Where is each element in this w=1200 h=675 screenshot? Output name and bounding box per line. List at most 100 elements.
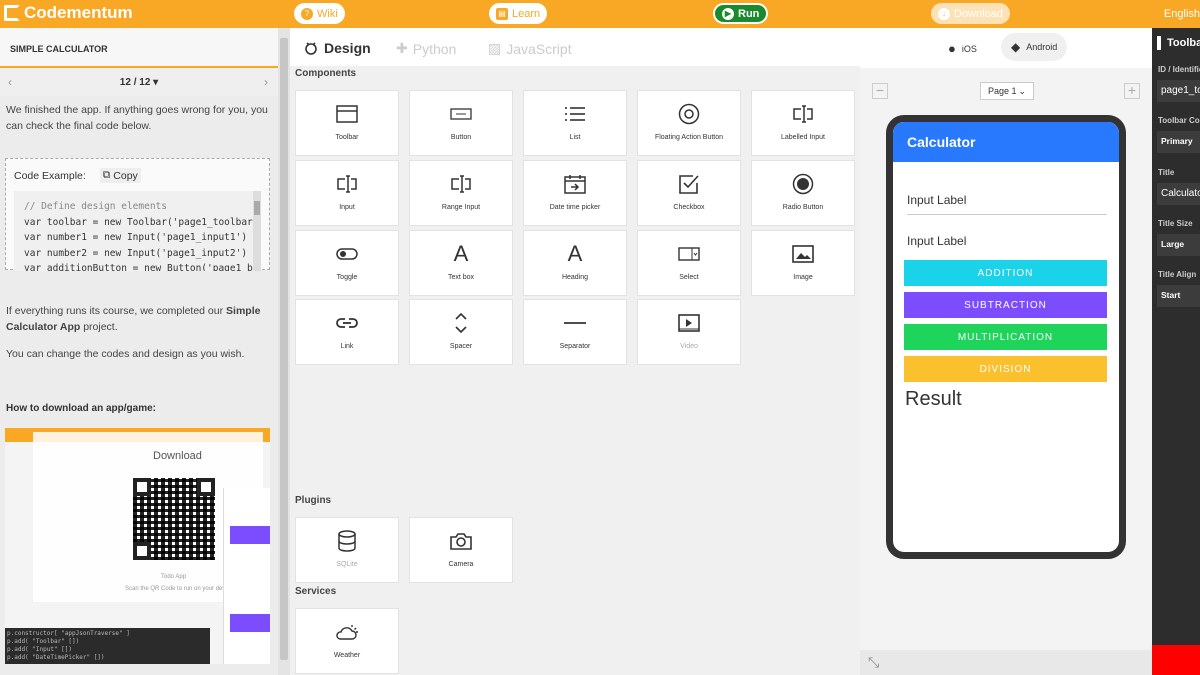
component-label: Heading — [561, 274, 589, 281]
code-example-box: Code Example: ⧉ Copy // Define design el… — [5, 158, 270, 271]
code-line: var toolbar = new Toolbar('page1_toolbar — [24, 216, 253, 228]
code-example-label: Code Example: — [14, 169, 86, 182]
component-label: Input — [339, 204, 355, 211]
component-input[interactable]: Input — [295, 160, 399, 226]
weather-icon — [336, 625, 358, 640]
tab-python[interactable]: ✚ Python — [396, 40, 456, 57]
lesson-outro: If everything runs its course, we comple… — [0, 303, 270, 335]
component-button[interactable]: Button — [409, 90, 513, 156]
properties-title: Toolbar — [1167, 37, 1200, 49]
code-scrollbar[interactable] — [253, 191, 261, 271]
component-radio-button[interactable]: Radio Button — [751, 160, 855, 226]
wiki-button[interactable]: ? Wiki — [294, 3, 345, 24]
run-button[interactable]: ▶ Run — [713, 3, 769, 24]
service-label: Weather — [333, 652, 361, 659]
division-button[interactable]: DIVISION — [904, 356, 1107, 382]
title-size-select[interactable]: Large — [1157, 234, 1200, 256]
multiplication-button[interactable]: MULTIPLICATION — [904, 324, 1107, 350]
plugin-sqlite[interactable]: SQLite — [295, 517, 399, 583]
title-label: Title — [1158, 168, 1175, 177]
addition-button[interactable]: ADDITION — [904, 260, 1107, 286]
download-button[interactable]: ↓ Download — [931, 3, 1010, 24]
component-labelled-input[interactable]: Labelled Input — [751, 90, 855, 156]
component-video[interactable]: Video — [637, 299, 741, 365]
outro-text: If everything runs its course, we comple… — [6, 305, 227, 317]
chevron-right-icon[interactable]: › — [264, 75, 268, 89]
toolbar-icon — [336, 105, 358, 123]
component-separator[interactable]: Separator — [523, 299, 627, 365]
toolbar-color-label: Toolbar Color — [1158, 116, 1200, 125]
copy-button[interactable]: ⧉ Copy — [99, 168, 141, 183]
tab-javascript-label: JavaScript — [506, 40, 572, 57]
component-heading[interactable]: A Heading — [523, 230, 627, 296]
play-icon: ▶ — [722, 7, 734, 20]
id-field[interactable]: page1_toolbar — [1157, 80, 1200, 102]
code-block[interactable]: // Define design elements var toolbar = n… — [14, 191, 261, 271]
component-checkbox[interactable]: Checkbox — [637, 160, 741, 226]
component-label: Image — [793, 274, 813, 281]
preview-mini-app — [223, 488, 270, 664]
database-icon — [338, 530, 356, 552]
number1-input[interactable]: Input Label — [907, 193, 1107, 215]
plugin-label: SQLite — [336, 561, 358, 568]
add-page-button[interactable]: + — [1124, 83, 1140, 99]
component-label: Separator — [559, 343, 591, 350]
logo-icon — [4, 5, 20, 21]
fab-icon — [678, 103, 700, 125]
number2-input[interactable]: Input Label — [907, 234, 1107, 256]
app-logo[interactable]: Codementum — [4, 3, 133, 23]
chevron-down-icon: ⌄ — [1018, 85, 1027, 96]
component-toolbar[interactable]: Toolbar — [295, 90, 399, 156]
properties-panel: Toolbar ID / Identifier page1_toolbar To… — [1152, 28, 1200, 675]
title-size-label: Title Size — [1158, 219, 1193, 228]
component-text-box[interactable]: A Text box — [409, 230, 513, 296]
component-select[interactable]: Select — [637, 230, 741, 296]
os-android[interactable]: ◆ Android — [1001, 33, 1068, 61]
component-toggle[interactable]: Toggle — [295, 230, 399, 296]
component-list[interactable]: List — [523, 90, 627, 156]
component-date-time-picker[interactable]: Date time picker — [523, 160, 627, 226]
component-label: Radio Button — [782, 204, 824, 211]
app-toolbar[interactable]: Calculator — [893, 122, 1119, 162]
design-editor: Design ✚ Python ▨ JavaScript Components … — [290, 28, 860, 675]
component-link[interactable]: Link — [295, 299, 399, 365]
page-select[interactable]: Page 1 ⌄ — [980, 82, 1034, 100]
component-image[interactable]: Image — [751, 230, 855, 296]
component-label: Checkbox — [673, 204, 705, 211]
language-selector[interactable]: English — [1164, 8, 1200, 20]
page-select-label: Page 1 — [987, 86, 1017, 96]
os-ios[interactable]: ● iOS — [948, 41, 977, 56]
top-bar: Codementum ? Wiki ▤ Learn ▶ Run ↓ Downlo… — [0, 0, 1200, 28]
component-label: Button — [450, 134, 472, 141]
tab-design[interactable]: Design — [303, 40, 371, 56]
component-label: Select — [679, 274, 699, 281]
learn-button[interactable]: ▤ Learn — [489, 3, 548, 24]
tab-design-label: Design — [324, 40, 371, 56]
component-label: Text box — [447, 274, 475, 281]
toolbar-color-select[interactable]: Primary — [1157, 131, 1200, 153]
download-label: Download — [954, 7, 1003, 20]
service-weather[interactable]: Weather — [295, 608, 399, 674]
tab-javascript[interactable]: ▨ JavaScript — [488, 40, 572, 57]
component-label: Range Input — [441, 204, 481, 211]
resize-icon[interactable]: ⤡ — [868, 654, 879, 671]
lesson-scrollbar[interactable] — [278, 28, 290, 675]
title-align-select[interactable]: Start — [1157, 285, 1200, 307]
editor-tabs: Design ✚ Python ▨ JavaScript — [290, 28, 860, 66]
run-label: Run — [738, 7, 760, 20]
properties-footer — [1152, 645, 1200, 675]
select-icon — [678, 247, 700, 261]
lesson-page-number[interactable]: 12 / 12 ▾ — [0, 77, 278, 88]
text-icon: A — [453, 241, 469, 266]
subtraction-button[interactable]: SUBTRACTION — [904, 292, 1107, 318]
component-floating-action-button[interactable]: Floating Action Button — [637, 90, 741, 156]
heading-icon: A — [567, 241, 583, 266]
code-line: var additionButton = new Button('page1_b — [24, 263, 253, 271]
remove-page-button[interactable]: − — [872, 83, 888, 99]
title-field[interactable]: Calculator — [1157, 183, 1200, 205]
plugin-camera[interactable]: Camera — [409, 517, 513, 583]
python-icon: ✚ — [396, 40, 408, 56]
component-range-input[interactable]: Range Input — [409, 160, 513, 226]
phone-frame: Calculator Input Label Input Label ADDIT… — [886, 115, 1126, 559]
component-spacer[interactable]: Spacer — [409, 299, 513, 365]
